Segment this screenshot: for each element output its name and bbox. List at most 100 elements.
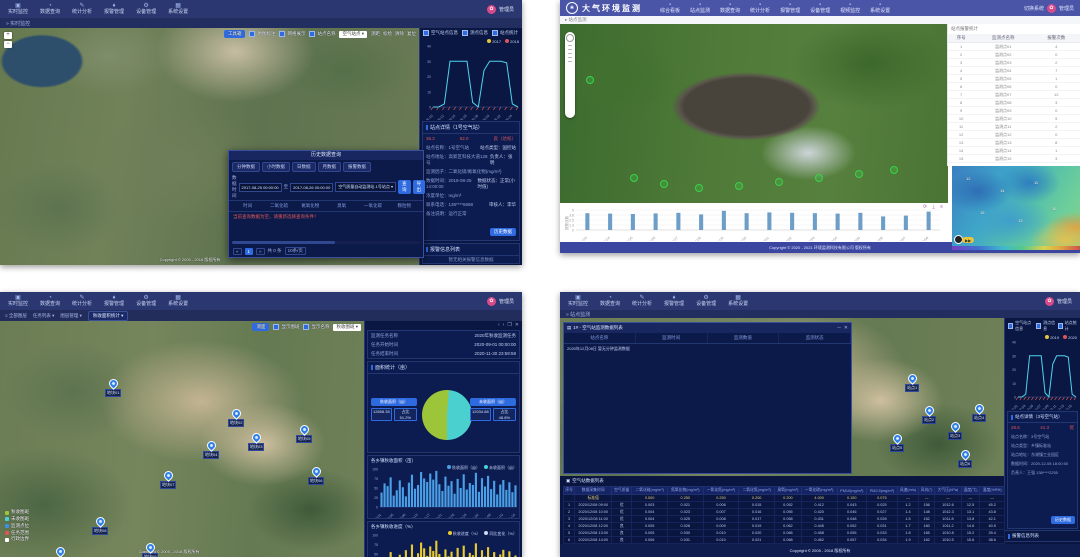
popup-hscrollbar[interactable]: [232, 241, 420, 244]
station-marker[interactable]: [695, 184, 703, 192]
map-marker[interactable]: 站点5: [890, 434, 904, 452]
nav-item[interactable]: ✎统计分析: [72, 295, 92, 307]
nav-item[interactable]: ▦系统设置: [168, 295, 188, 307]
map-check[interactable]: 显示名称: [303, 324, 329, 330]
map-tool-button[interactable]: 工具箱: [224, 30, 246, 38]
popup-tab[interactable]: 月数据: [318, 162, 342, 172]
minimize-icon[interactable]: ─: [837, 325, 841, 331]
zoom-in-button[interactable]: +: [4, 32, 12, 39]
layer-check[interactable]: 站点统计: [492, 30, 518, 36]
map-marker[interactable]: 地块05: [296, 425, 312, 443]
map-marker[interactable]: 站点1: [905, 374, 919, 392]
prev-page-button[interactable]: «: [233, 248, 242, 255]
map-marker[interactable]: 地块08: [92, 517, 108, 535]
nav-item[interactable]: ▦系统设置: [728, 295, 748, 307]
window-control-icon[interactable]: ‹: [498, 322, 500, 328]
nav-item[interactable]: ◔数据查询: [40, 3, 60, 15]
station-marker[interactable]: [660, 180, 668, 188]
nav-item[interactable]: ▪报警管理: [780, 2, 800, 14]
map-check[interactable]: 网格展示: [279, 31, 305, 37]
map-marker[interactable]: 地块01: [105, 379, 121, 397]
layer-check[interactable]: 空气站点信息: [423, 30, 458, 36]
nav-item[interactable]: ⚙设备管理: [696, 295, 716, 307]
popup-tab[interactable]: 日数据: [292, 162, 316, 172]
nav-item[interactable]: ▣实时监控: [568, 295, 588, 307]
station-marker[interactable]: [890, 166, 898, 174]
map-link[interactable]: 标绘: [383, 31, 392, 37]
history-data-button[interactable]: 历史数据: [1051, 516, 1075, 524]
map-marker[interactable]: 地块06: [308, 467, 324, 485]
date-from-input[interactable]: 2017-08-25 00:00:00: [239, 183, 282, 192]
nav-item[interactable]: ⚙设备管理: [136, 3, 156, 15]
nav-item[interactable]: ✎统计分析: [632, 295, 652, 307]
nav-item[interactable]: ▪系统设置: [870, 2, 890, 14]
nav-item[interactable]: ◔数据查询: [600, 295, 620, 307]
map-marker[interactable]: 站点6: [958, 450, 972, 468]
map-marker[interactable]: 站点4: [972, 404, 986, 422]
nav-item[interactable]: ⚙设备管理: [136, 295, 156, 307]
nav-item[interactable]: ♦报警管理: [664, 295, 684, 307]
switch-system-link[interactable]: 切换系统: [1024, 5, 1044, 12]
station-marker[interactable]: [815, 174, 823, 182]
forecast-timeline-button[interactable]: ▶▶: [962, 237, 974, 243]
map-marker[interactable]: 地块03: [248, 433, 264, 451]
close-icon[interactable]: ✕: [844, 325, 848, 331]
zoom-out-button[interactable]: −: [4, 41, 12, 48]
user-avatar[interactable]: ✿管理员: [487, 5, 514, 14]
user-avatar[interactable]: ✿管理员: [1045, 297, 1072, 306]
layer-tab[interactable]: 任务列表 ▾: [33, 313, 55, 319]
window-control-icon[interactable]: ›: [503, 322, 505, 328]
nav-item[interactable]: ◔数据查询: [40, 295, 60, 307]
nav-item[interactable]: ▪数据查询: [720, 2, 740, 14]
nav-item[interactable]: ▪综合看板: [660, 2, 680, 14]
next-page-button[interactable]: »: [256, 248, 265, 255]
nav-item[interactable]: ♦报警管理: [104, 3, 124, 15]
layer-check[interactable]: 站点统计: [1058, 320, 1078, 332]
map-check[interactable]: 站点名称: [309, 31, 335, 37]
layer-tab[interactable]: 图层管理 ▾: [60, 313, 82, 319]
nav-item[interactable]: ▣实时监控: [8, 295, 28, 307]
layer-check[interactable]: 测点信息: [462, 30, 488, 36]
satellite-map[interactable]: 测面 显示图斑显示名称 秋收图斑 ▾ 地块01 地块02 地块03 地块04 地…: [0, 321, 365, 557]
station-select[interactable]: 空气站点 ▾: [339, 31, 367, 38]
window-control-icon[interactable]: ✕: [515, 322, 519, 328]
nav-item[interactable]: ▪设备管理: [810, 2, 830, 14]
map-marker[interactable]: 地块10: [52, 547, 68, 557]
station-marker[interactable]: [630, 174, 638, 182]
popup-tab[interactable]: 小时数据: [262, 162, 290, 172]
nav-item[interactable]: ▦系统设置: [168, 3, 188, 15]
station-marker[interactable]: [775, 178, 783, 186]
map-link[interactable]: 测距: [371, 31, 380, 37]
layer-select[interactable]: 秋收图斑 ▾: [333, 324, 361, 331]
page-size-select[interactable]: 10条/页: [285, 247, 306, 255]
alarm-stat-table[interactable]: 序号监测点名称报警次数1监测点0142监测点0203监测点0324监测点0475…: [948, 34, 1080, 163]
map-marker[interactable]: 地块07: [160, 471, 176, 489]
station-marker[interactable]: [735, 182, 743, 190]
nav-item[interactable]: ▪视频监控: [840, 2, 860, 14]
satellite-map[interactable]: [560, 24, 948, 203]
popup-tab[interactable]: 报警数据: [343, 162, 371, 172]
weather-forecast-map[interactable]: 12 14 11 15 13 16 ▶▶: [952, 166, 1080, 250]
map-marker[interactable]: 站点2: [922, 406, 936, 424]
map-vertical-toolbar[interactable]: [565, 32, 575, 118]
popup-station-select[interactable]: 空气质量自动监测站-1号站点 ▾: [335, 182, 396, 192]
user-avatar[interactable]: ✿管理员: [487, 297, 514, 306]
layer-tab[interactable]: ≡ 全部图层: [5, 313, 27, 319]
history-data-button[interactable]: 历史数据: [490, 228, 516, 236]
popup-tab[interactable]: 分钟数据: [232, 162, 260, 172]
map-marker[interactable]: 地块09: [142, 543, 158, 557]
station-marker[interactable]: [586, 76, 594, 84]
nav-item[interactable]: ▣实时监控: [8, 3, 28, 15]
current-page[interactable]: 1: [245, 248, 254, 255]
map-tool-button[interactable]: 测面: [252, 323, 269, 331]
nav-item[interactable]: ♦报警管理: [104, 295, 124, 307]
map-link[interactable]: 清除: [395, 31, 404, 37]
map-marker[interactable]: 地块04: [203, 441, 219, 459]
map-marker[interactable]: 地块02: [228, 409, 244, 427]
query-button[interactable]: 查询: [398, 180, 411, 194]
nav-item[interactable]: ▪统计分析: [750, 2, 770, 14]
station-marker[interactable]: [855, 170, 863, 178]
nav-item[interactable]: ▪站点监测: [690, 2, 710, 14]
layer-check[interactable]: 测点信息: [1036, 320, 1056, 332]
nav-item[interactable]: ✎统计分析: [72, 3, 92, 15]
